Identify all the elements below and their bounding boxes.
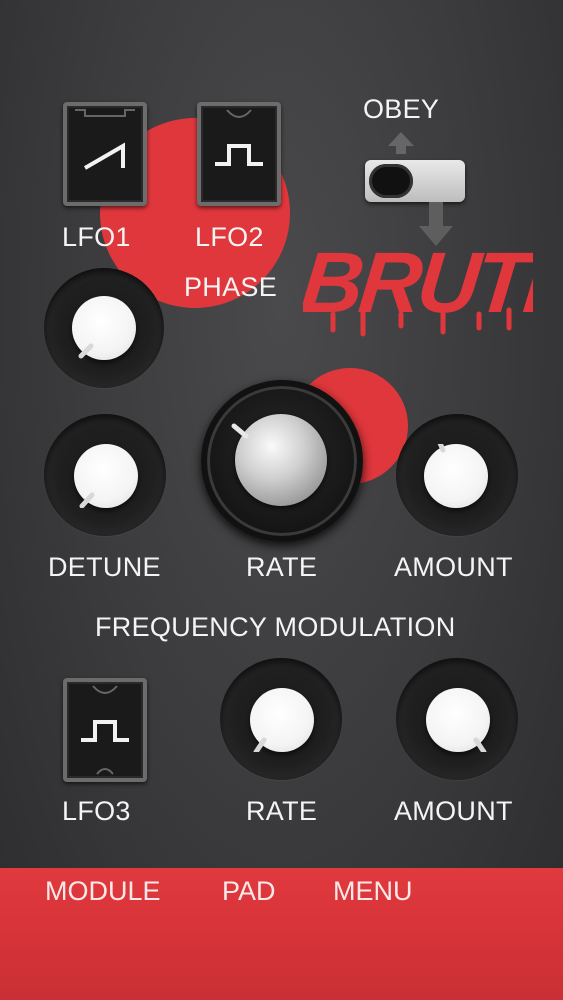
square-wave-icon: [215, 109, 263, 166]
lfo2-label: LFO2: [195, 222, 264, 252]
knob-indicator-icon: [231, 423, 249, 439]
obey-label: OBEY: [363, 94, 440, 124]
detune-knob[interactable]: [74, 444, 138, 508]
knob-indicator-icon: [437, 444, 446, 453]
tab-menu[interactable]: MENU: [333, 876, 413, 907]
amount-knob[interactable]: [424, 444, 488, 508]
fm-amount-knob[interactable]: [426, 688, 490, 752]
lfo3-wave-switch[interactable]: [63, 678, 147, 782]
phase-label: PHASE: [184, 272, 278, 302]
arrow-up-icon: [388, 132, 414, 154]
lfo1-label: LFO1: [62, 222, 131, 252]
saw-wave-icon: [75, 109, 135, 170]
square-wave-icon: [81, 685, 129, 775]
fm-amount-label: AMOUNT: [394, 796, 513, 826]
obey-toggle[interactable]: [365, 160, 465, 202]
fm-rate-label: RATE: [246, 796, 318, 826]
brute-logo: BRUTE: [303, 235, 533, 337]
fm-rate-knob[interactable]: [250, 688, 314, 752]
knob-indicator-icon: [473, 737, 487, 752]
knob-indicator-icon: [253, 737, 267, 752]
knob-indicator-icon: [78, 343, 94, 359]
lfo3-label: LFO3: [62, 796, 131, 826]
detune-label: DETUNE: [48, 552, 161, 582]
tab-pad[interactable]: PAD: [222, 876, 276, 907]
lfo1-wave-switch[interactable]: [63, 102, 147, 206]
tab-module[interactable]: MODULE: [45, 876, 161, 907]
lfo2-wave-switch[interactable]: [197, 102, 281, 206]
svg-text:BRUTE: BRUTE: [303, 235, 533, 331]
phase-knob[interactable]: [72, 296, 136, 360]
rate-label: RATE: [246, 552, 318, 582]
amount-label: AMOUNT: [394, 552, 513, 582]
obey-toggle-knob[interactable]: [369, 164, 413, 198]
knob-indicator-icon: [79, 492, 95, 508]
frequency-modulation-label: FREQUENCY MODULATION: [95, 612, 456, 642]
